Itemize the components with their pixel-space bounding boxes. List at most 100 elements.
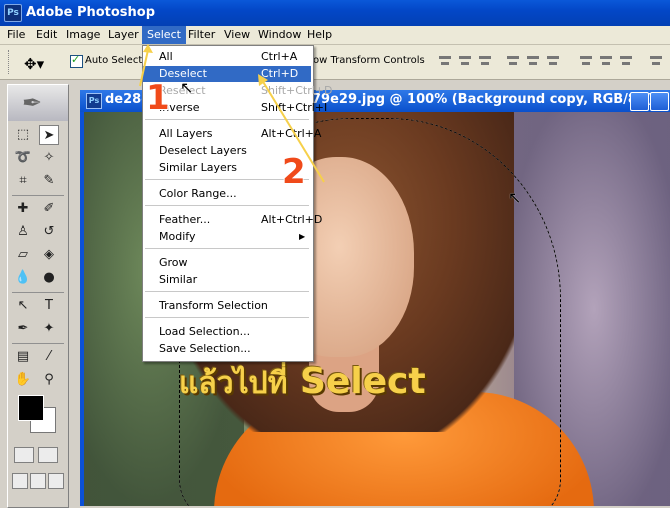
menu-item-label: Modify	[159, 230, 196, 243]
menu-help[interactable]: Help	[307, 28, 332, 41]
menu-item-label: Feather...	[159, 213, 211, 226]
crop-tool-icon[interactable]: ⌗	[13, 171, 33, 191]
toolbox: ✒ ⬚ ➤ ➰ ✧ ⌗ ✎ ✚ ✐ ♙ ↺ ▱ ◈ 💧 ● ↖ T ✒ ✦ ▤ …	[7, 84, 69, 508]
step-number-1: 1	[146, 78, 170, 118]
toolbox-header: ✒	[8, 85, 68, 121]
menu-item-label: Similar Layers	[159, 161, 238, 174]
align-bottom-icon[interactable]	[477, 53, 493, 69]
maximize-button[interactable]	[650, 92, 669, 111]
menu-item-label: Color Range...	[159, 187, 237, 200]
photoshop-logo-icon: Ps	[4, 4, 22, 22]
step-number-2: 2	[282, 152, 306, 192]
menu-filter[interactable]: Filter	[188, 28, 215, 41]
menu-item-transform-selection[interactable]: Transform Selection	[143, 298, 311, 314]
minimize-button[interactable]	[630, 92, 649, 111]
path-select-icon[interactable]: ↖	[13, 296, 33, 316]
quick-mask-icon[interactable]	[38, 447, 58, 463]
distribute-vcenter-icon[interactable]	[598, 53, 614, 69]
menu-item-grow[interactable]: Grow	[143, 255, 311, 271]
distribute-top-icon[interactable]	[578, 53, 594, 69]
distribute-bottom-icon[interactable]	[618, 53, 634, 69]
move-tool-icon[interactable]: ➤	[39, 125, 59, 145]
menu-item-shortcut: Shift+Ctrl+D	[261, 84, 333, 97]
menu-item-all[interactable]: All Ctrl+A	[143, 49, 311, 65]
caption-thai: แล้วไปที่	[179, 366, 288, 401]
menu-item-shortcut: Alt+Ctrl+D	[261, 213, 323, 226]
mouse-cursor-icon: ↖	[180, 78, 194, 97]
menu-item-label: Load Selection...	[159, 325, 251, 338]
lasso-tool-icon[interactable]: ➰	[13, 148, 33, 168]
menu-item-label: Similar	[159, 273, 198, 286]
hand-tool-icon[interactable]: ✋	[13, 370, 33, 390]
toolbox-divider	[12, 343, 64, 344]
menu-view[interactable]: View	[224, 28, 250, 41]
menu-separator	[145, 248, 309, 249]
marquee-tool-icon[interactable]: ⬚	[13, 125, 33, 145]
app-title: Adobe Photoshop	[26, 5, 156, 20]
screen-mode-full-icon[interactable]	[48, 473, 64, 489]
menu-item-feather[interactable]: Feather... Alt+Ctrl+D	[143, 212, 322, 228]
eyedropper-icon[interactable]: ⁄	[39, 347, 59, 367]
menu-item-label: All	[159, 50, 173, 63]
move-tool-preset-icon[interactable]: ✥▾	[24, 55, 44, 73]
menu-item-shortcut: Alt+Ctrl+A	[261, 127, 322, 140]
submenu-arrow-icon: ▶	[299, 232, 306, 241]
menu-item-save-selection[interactable]: Save Selection...	[143, 341, 311, 357]
caption-overlay: แล้วไปที่ Select	[179, 360, 426, 407]
align-hcenter-icon[interactable]	[525, 53, 541, 69]
menu-item-all-layers[interactable]: All Layers Alt+Ctrl+A	[143, 126, 321, 142]
dodge-tool-icon[interactable]: ●	[39, 268, 59, 288]
blur-tool-icon[interactable]: 💧	[13, 268, 33, 288]
feather-logo-icon: ✒	[22, 89, 43, 117]
screen-mode-standard-icon[interactable]	[12, 473, 28, 489]
align-right-icon[interactable]	[545, 53, 561, 69]
align-left-icon[interactable]	[505, 53, 521, 69]
menu-select[interactable]: Select	[142, 26, 186, 44]
menu-item-label: All Layers	[159, 127, 213, 140]
foreground-color-swatch[interactable]	[18, 395, 44, 421]
type-tool-icon[interactable]: T	[39, 296, 59, 316]
toolbox-divider	[12, 292, 64, 293]
history-brush-icon[interactable]: ↺	[39, 222, 59, 242]
menu-item-modify[interactable]: Modify ▶	[143, 229, 311, 245]
paint-bucket-icon[interactable]: ◈	[39, 245, 59, 265]
distribute-left-icon[interactable]	[648, 53, 664, 69]
standard-mode-icon[interactable]	[14, 447, 34, 463]
menu-separator	[145, 291, 309, 292]
menu-image[interactable]: Image	[66, 28, 100, 41]
eraser-tool-icon[interactable]: ▱	[13, 245, 33, 265]
slice-tool-icon[interactable]: ✎	[39, 171, 59, 191]
clone-stamp-icon[interactable]: ♙	[13, 222, 33, 242]
menu-layer[interactable]: Layer	[108, 28, 139, 41]
screen-mode-full-menu-icon[interactable]	[30, 473, 46, 489]
menu-separator	[145, 205, 309, 206]
align-top-icon[interactable]	[437, 53, 453, 69]
healing-brush-icon[interactable]: ✚	[13, 199, 33, 219]
magic-wand-icon[interactable]: ✧	[39, 148, 59, 168]
caption-select: Select	[300, 361, 426, 402]
custom-shape-icon[interactable]: ✦	[39, 319, 59, 339]
options-grip[interactable]	[8, 50, 12, 74]
toolbox-divider	[12, 195, 64, 196]
menu-edit[interactable]: Edit	[36, 28, 57, 41]
align-vcenter-icon[interactable]	[457, 53, 473, 69]
menu-item-label: Deselect Layers	[159, 144, 247, 157]
menu-item-similar[interactable]: Similar	[143, 272, 311, 288]
menu-item-shortcut: Ctrl+A	[261, 50, 298, 63]
document-title-tail: 79e29.jpg @ 100% (Background copy, RGB/8…	[312, 92, 654, 107]
brush-tool-icon[interactable]: ✐	[39, 199, 59, 219]
pen-tool-icon[interactable]: ✒	[13, 319, 33, 339]
auto-select-checkbox[interactable]	[70, 53, 83, 68]
notes-tool-icon[interactable]: ▤	[13, 347, 33, 367]
menu-item-shortcut: Ctrl+D	[261, 67, 299, 80]
menu-separator	[145, 119, 309, 120]
menu-bar: File Edit Image Layer Select Filter View…	[0, 26, 670, 45]
menu-window[interactable]: Window	[258, 28, 301, 41]
zoom-tool-icon[interactable]: ⚲	[39, 370, 59, 390]
document-icon: Ps	[86, 93, 102, 109]
show-transform-label: ow Transform Controls	[313, 55, 425, 66]
menu-item-load-selection[interactable]: Load Selection...	[143, 324, 311, 340]
app-title-bar: Ps Adobe Photoshop	[0, 0, 670, 26]
menu-file[interactable]: File	[7, 28, 25, 41]
menu-item-label: Grow	[159, 256, 188, 269]
